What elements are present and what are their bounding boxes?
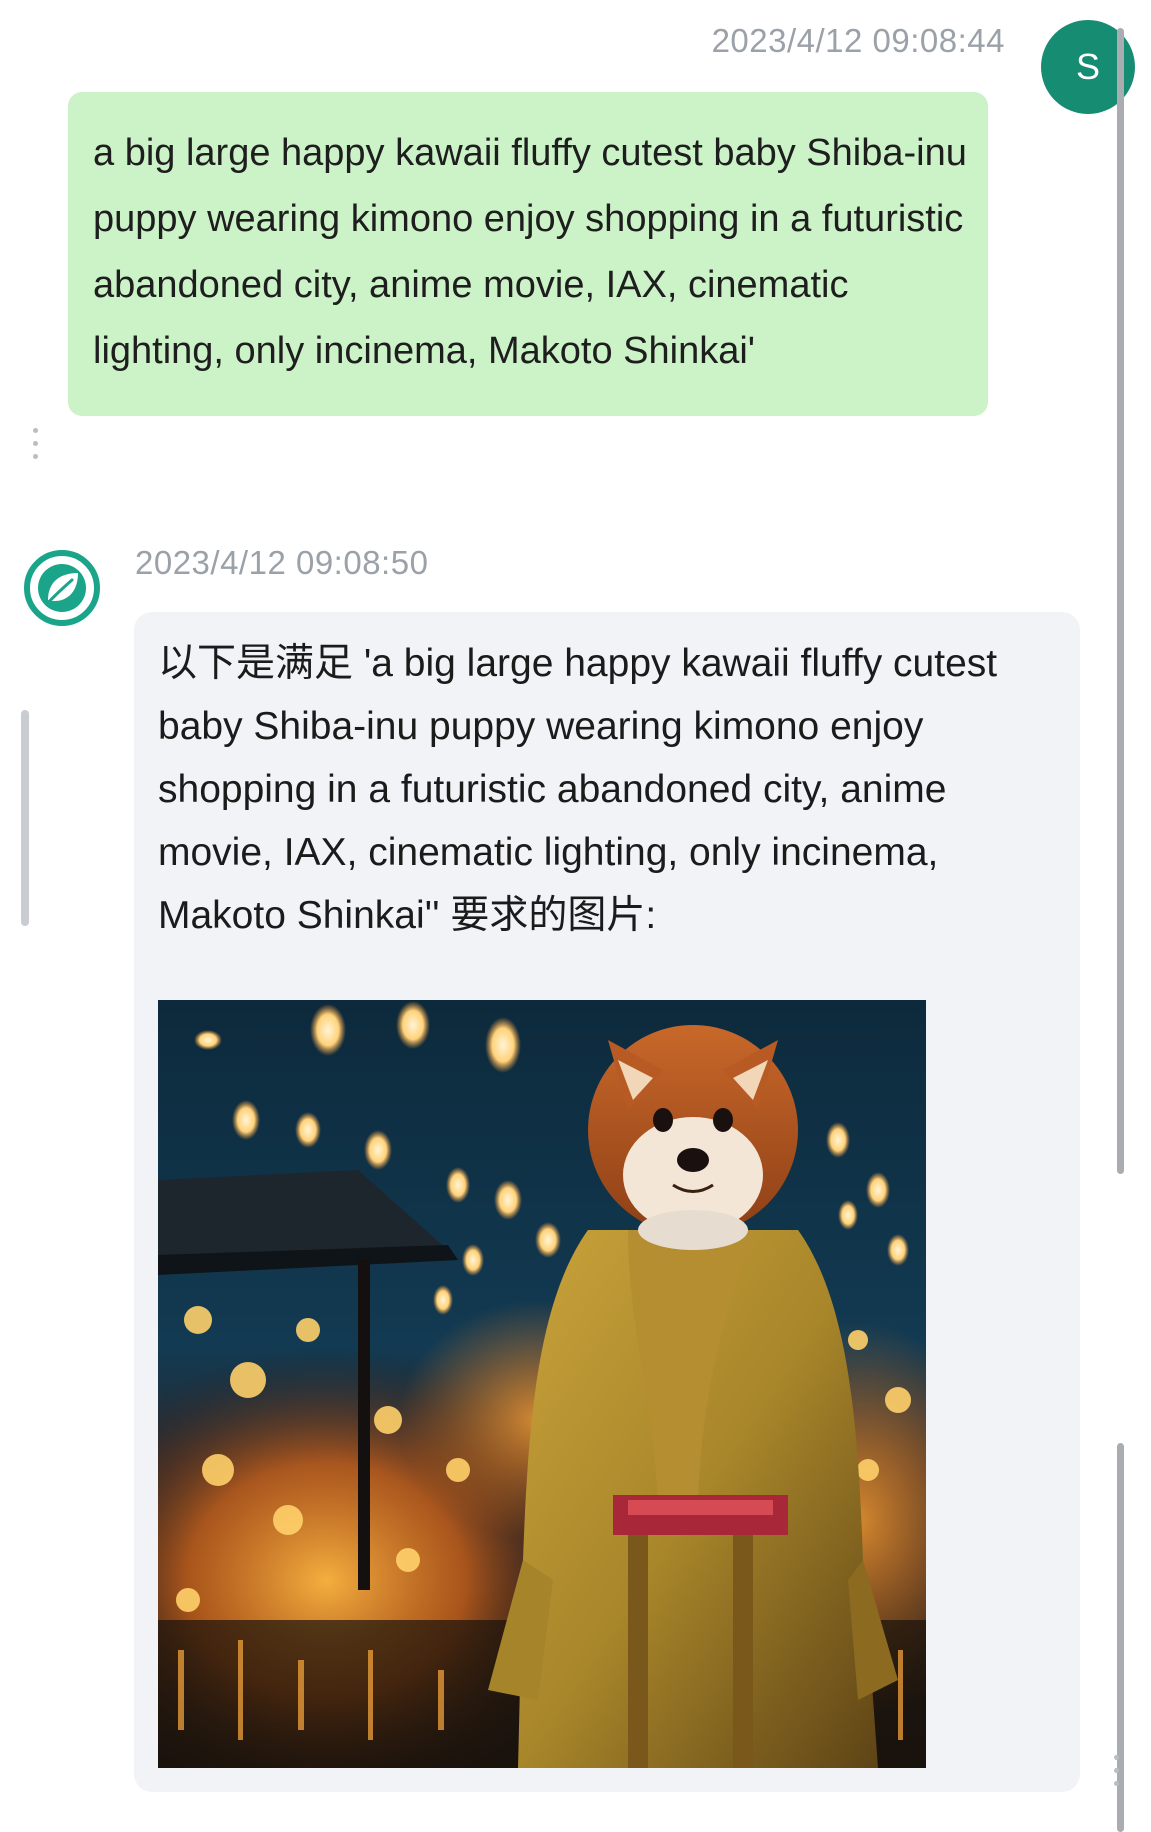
bot-message-bubble: 以下是满足 'a big large happy kawaii fluffy c… [134,612,1080,1792]
chat-area: 2023/4/12 09:08:44 S a big large happy k… [0,0,1151,1832]
generated-image[interactable] [158,1000,926,1768]
scrollbar-left[interactable] [21,710,29,926]
bot-message-more-icon[interactable] [1109,1755,1123,1795]
bot-message-text: 以下是满足 'a big large happy kawaii fluffy c… [158,642,998,937]
user-message-bubble: a big large happy kawaii fluffy cutest b… [68,92,988,416]
user-message-timestamp: 2023/4/12 09:08:44 [711,22,1005,59]
leaf-icon [24,550,100,626]
bot-avatar[interactable] [22,548,102,628]
shiba-kimono-illustration [158,1000,926,1768]
bot-message-timestamp: 2023/4/12 09:08:50 [135,544,429,581]
scrollbar-right-upper[interactable] [1117,28,1124,1174]
user-message-more-icon[interactable] [28,428,42,468]
